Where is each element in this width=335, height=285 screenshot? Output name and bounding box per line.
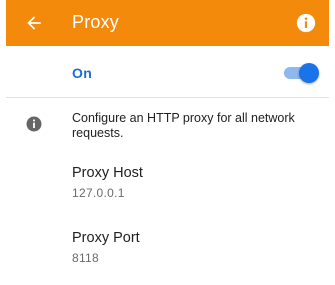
switch-thumb: [299, 63, 319, 83]
back-button[interactable]: [22, 11, 46, 35]
arrow-back-icon: [27, 16, 41, 30]
proxy-host-title: Proxy Host: [72, 165, 143, 181]
app-bar: Proxy: [6, 0, 329, 46]
proxy-settings-screen: Proxy On Configure an HTTP proxy for all…: [0, 0, 335, 285]
master-switch-label: On: [72, 65, 93, 81]
proxy-port-title: Proxy Port: [72, 230, 140, 246]
proxy-port-preference[interactable]: Proxy Port 8118: [6, 225, 329, 277]
page-title: Proxy: [72, 12, 120, 32]
proxy-description: Configure an HTTP proxy for all network …: [72, 111, 295, 140]
master-switch-row[interactable]: On: [6, 52, 329, 94]
proxy-toggle-switch[interactable]: [282, 63, 319, 83]
proxy-host-value: 127.0.0.1: [72, 186, 125, 200]
proxy-port-value: 8118: [72, 251, 100, 265]
proxy-host-preference[interactable]: Proxy Host 127.0.0.1: [6, 160, 329, 212]
divider: [6, 97, 329, 98]
info-icon[interactable]: [295, 12, 317, 34]
info-icon: [26, 116, 42, 132]
